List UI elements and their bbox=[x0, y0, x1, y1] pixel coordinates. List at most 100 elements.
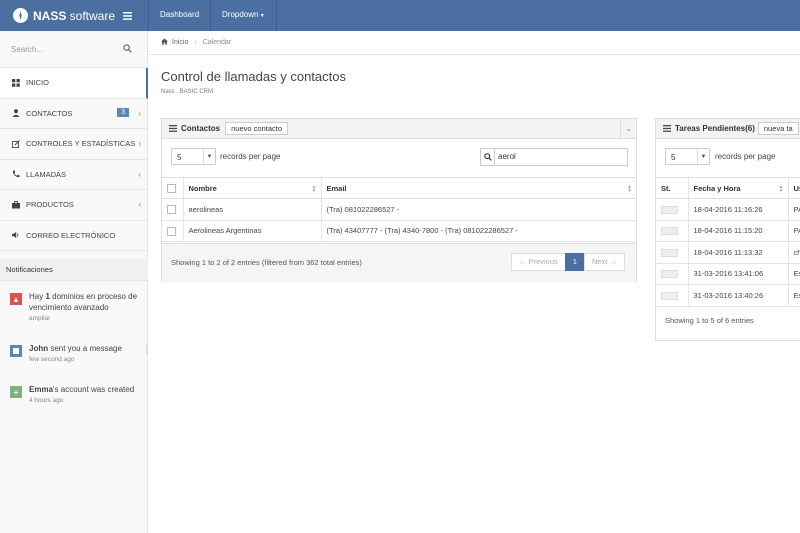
page-1-button[interactable]: 1 bbox=[564, 253, 585, 271]
nav-dropdown[interactable]: Dropdown ▾ bbox=[222, 0, 264, 31]
table-row[interactable]: 31-03-2016 13:41:06 Es bbox=[656, 263, 800, 285]
top-navbar: NASS software Dashboard Dropdown ▾ bbox=[0, 0, 800, 31]
table-row[interactable]: 18-04-2016 11:13:32 ch bbox=[656, 241, 800, 264]
menu-toggle-button[interactable] bbox=[119, 9, 135, 22]
contacts-table-footer: Showing 1 to 2 of 2 entries (filtered fr… bbox=[162, 243, 636, 282]
status-cell bbox=[656, 220, 688, 242]
notification-text: Emma's account was created bbox=[29, 385, 135, 394]
contacts-count-badge: 3 bbox=[117, 107, 129, 117]
grid-icon bbox=[11, 78, 21, 88]
briefcase-icon bbox=[11, 200, 21, 210]
row-checkbox[interactable] bbox=[167, 226, 176, 236]
chevron-down-icon: ⌄ bbox=[625, 125, 632, 133]
column-label: Nombre bbox=[188, 183, 217, 193]
contacts-table-info: Showing 1 to 2 of 2 entries (filtered fr… bbox=[171, 258, 362, 267]
volume-icon bbox=[11, 230, 21, 240]
breadcrumb-home[interactable]: Inicio bbox=[172, 39, 188, 46]
select-all-checkbox[interactable] bbox=[167, 183, 176, 193]
task-date-link[interactable]: 18-04-2016 11:16:26 bbox=[687, 198, 788, 221]
notification-time: few second ago bbox=[29, 356, 75, 363]
caret-down-icon: ▼ bbox=[697, 149, 709, 164]
home-icon bbox=[161, 38, 168, 47]
row-checkbox[interactable] bbox=[167, 205, 176, 214]
task-date-link[interactable]: 18-04-2016 11:15:20 bbox=[687, 220, 788, 242]
notification-item[interactable]: John sent you a message few second ago bbox=[0, 343, 148, 363]
table-row[interactable]: aerolineas (Tra) 081022286527 - bbox=[162, 198, 636, 221]
edit-icon bbox=[11, 139, 21, 149]
records-per-page-label: records per page bbox=[715, 152, 776, 161]
table-header-row: Nombre ▲ ▼ Email ▲ ▼ bbox=[162, 177, 636, 199]
chevron-left-icon: ‹ bbox=[138, 139, 141, 148]
sidebar-item-label: LLAMADAS bbox=[26, 169, 67, 179]
sidebar-resize-handle[interactable] bbox=[146, 344, 148, 354]
column-label: Email bbox=[326, 183, 347, 193]
search-icon[interactable] bbox=[123, 44, 133, 54]
sort-icon: ▲ ▼ bbox=[778, 184, 784, 194]
task-date-link[interactable]: 18-04-2016 11:13:32 bbox=[687, 241, 788, 264]
column-header-fecha[interactable]: Fecha y Hora ▲ ▼ bbox=[687, 177, 788, 199]
column-header-nombre[interactable]: Nombre ▲ ▼ bbox=[182, 177, 321, 199]
status-indicator bbox=[661, 227, 678, 236]
list-icon bbox=[169, 125, 177, 132]
search-icon bbox=[481, 149, 495, 165]
user-icon bbox=[11, 108, 21, 118]
previous-page-button[interactable]: ← Previous bbox=[511, 253, 566, 271]
task-user: PA bbox=[787, 220, 800, 242]
notification-time: 4 hours ago bbox=[29, 397, 64, 404]
sidebar-item-llamadas[interactable]: LLAMADAS ‹ bbox=[0, 160, 148, 190]
column-header-usuario[interactable]: Us bbox=[787, 177, 800, 199]
page-size-value: 5 bbox=[671, 153, 676, 162]
notification-time[interactable]: ampliar bbox=[29, 315, 144, 322]
contacts-page-size-select[interactable]: 5 ▼ bbox=[171, 148, 216, 165]
new-task-button[interactable]: nueva ta bbox=[757, 122, 799, 135]
table-row[interactable]: 18-04-2016 11:15:20 PA bbox=[656, 220, 800, 242]
column-header-status[interactable]: St. bbox=[656, 177, 688, 199]
table-row[interactable]: Aerolineas Argentinas (Tra) 43407777 - (… bbox=[162, 220, 636, 242]
contact-email-link[interactable]: (Tra) 43407777 - (Tra) 4340-7800 - (Tra)… bbox=[320, 220, 636, 242]
contacts-panel-header: Contactos nuevo contacto ⌄ bbox=[162, 119, 636, 139]
collapse-panel-button[interactable]: ⌄ bbox=[620, 119, 636, 138]
sidebar-search-input[interactable] bbox=[11, 43, 121, 55]
page-title: Control de llamadas y contactos bbox=[161, 69, 346, 84]
sidebar-item-label: CONTROLES Y ESTADÍSTICAS bbox=[26, 139, 136, 149]
chevron-left-icon: ‹ bbox=[138, 108, 141, 118]
sidebar-item-contactos[interactable]: CONTACTOS 3 ‹ bbox=[0, 99, 148, 129]
sidebar-item-label: PRODUCTOS bbox=[26, 200, 74, 210]
notification-item[interactable]: + Emma's account was created 4 hours ago bbox=[0, 384, 148, 404]
sidebar-item-inicio[interactable]: INICIO bbox=[0, 68, 148, 99]
status-indicator bbox=[661, 205, 678, 214]
next-page-button[interactable]: Next → bbox=[583, 253, 625, 271]
sidebar-search bbox=[0, 31, 148, 68]
notification-item[interactable]: ▲ Hay 1 dominios en proceso de vencimien… bbox=[0, 291, 148, 322]
row-select-cell bbox=[162, 220, 183, 242]
sidebar-item-correo[interactable]: CORREO ELECTRÓNICO bbox=[0, 221, 148, 251]
nav-divider bbox=[276, 0, 277, 31]
column-header-email[interactable]: Email ▲ ▼ bbox=[320, 177, 636, 199]
sidebar-item-label: CORREO ELECTRÓNICO bbox=[26, 230, 116, 240]
hamburger-icon bbox=[122, 11, 132, 20]
task-user: Es bbox=[787, 263, 800, 285]
nav-divider bbox=[148, 0, 149, 31]
brand-logo-icon bbox=[13, 8, 28, 23]
table-row[interactable]: 31-03-2016 13:40:26 Es bbox=[656, 284, 800, 307]
tasks-table-info: Showing 1 to 5 of 6 entries bbox=[665, 316, 754, 325]
sort-icon: ▲ ▼ bbox=[311, 184, 317, 194]
new-contact-button[interactable]: nuevo contacto bbox=[225, 122, 288, 135]
sidebar-item-controles[interactable]: CONTROLES Y ESTADÍSTICAS ‹ bbox=[0, 129, 148, 160]
page-subtitle: Nass . BASIC CRM bbox=[161, 89, 214, 95]
column-label: Fecha y Hora bbox=[693, 183, 741, 193]
chevron-left-icon: ‹ bbox=[138, 169, 141, 179]
contact-email-link[interactable]: (Tra) 081022286527 - bbox=[320, 198, 636, 221]
task-date-link[interactable]: 31-03-2016 13:41:06 bbox=[687, 263, 788, 285]
tasks-panel: Tareas Pendientes(6) nueva ta 5 ▼ record… bbox=[655, 118, 800, 341]
tasks-page-size-select[interactable]: 5 ▼ bbox=[665, 148, 710, 165]
table-row[interactable]: 18-04-2016 11:16:26 PA bbox=[656, 198, 800, 221]
task-date-link[interactable]: 31-03-2016 13:40:26 bbox=[687, 284, 788, 307]
tasks-table: St. Fecha y Hora ▲▼ Us 18-04-2016 11:16:2… bbox=[656, 177, 800, 307]
task-user: PA bbox=[787, 198, 800, 221]
sidebar-item-productos[interactable]: PRODUCTOS ‹ bbox=[0, 190, 148, 221]
plus-icon: + bbox=[10, 386, 22, 398]
contacts-search-input[interactable] bbox=[498, 152, 608, 161]
nav-dashboard[interactable]: Dashboard bbox=[160, 0, 199, 31]
nav-divider bbox=[210, 0, 211, 31]
